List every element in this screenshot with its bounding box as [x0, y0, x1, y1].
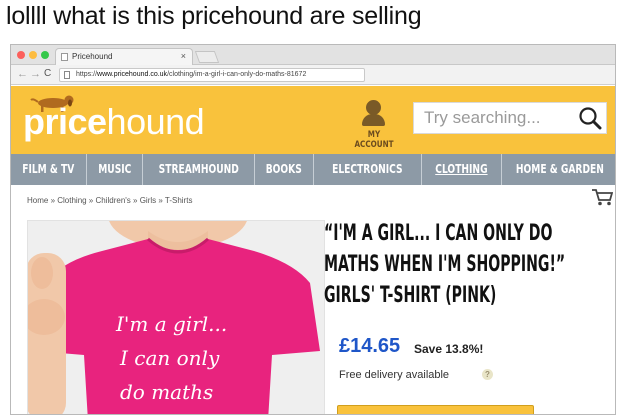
- user-icon-body: [362, 114, 385, 126]
- buy-button[interactable]: [337, 405, 534, 414]
- search-icon[interactable]: [577, 105, 603, 131]
- shirt-text-line-2: I can only: [119, 346, 220, 370]
- tab-close-icon[interactable]: ×: [181, 51, 186, 61]
- tab-bar: Pricehound ×: [11, 45, 615, 65]
- site-header: pricehound MY ACCOUNT: [11, 86, 615, 154]
- browser-window: Pricehound × ← → C https://www.pricehoun…: [10, 44, 616, 415]
- save-percentage: Save 13.8%!: [414, 342, 484, 356]
- url-text: https://www.pricehound.co.uk/clothing/im…: [76, 71, 307, 78]
- pricehound-logo[interactable]: pricehound: [23, 104, 205, 140]
- product-price: £14.65: [339, 335, 401, 357]
- tab-title: Pricehound: [72, 52, 113, 61]
- product-title-line-1: “I'M A GIRL... I CAN ONLY DO: [324, 221, 553, 246]
- category-nav: FILM & TV MUSIC STREAMHOUND BOOKS ELECTR…: [11, 154, 615, 185]
- post-caption: lollll what is this pricehound are selli…: [6, 2, 422, 30]
- close-window-button[interactable]: [17, 51, 25, 59]
- forward-arrow-icon[interactable]: →: [30, 68, 41, 80]
- breadcrumb[interactable]: Home » Clothing » Children's » Girls » T…: [27, 196, 192, 205]
- url-field[interactable]: https://www.pricehound.co.uk/clothing/im…: [59, 68, 365, 82]
- nav-streamhound[interactable]: STREAMHOUND: [143, 154, 255, 185]
- nav-electronics[interactable]: ELECTRONICS: [314, 154, 422, 185]
- search-input[interactable]: [414, 103, 574, 133]
- new-tab-button[interactable]: [194, 51, 220, 63]
- nav-film-tv[interactable]: FILM & TV: [11, 154, 87, 185]
- page-icon: [61, 53, 68, 61]
- product-title-line-2: MATHS WHEN I'M SHOPPING!”: [324, 252, 566, 277]
- minimize-window-button[interactable]: [29, 51, 37, 59]
- product-title-line-3: GIRLS' T-SHIRT (PINK): [324, 283, 497, 308]
- shirt-text-line-3: do maths: [120, 380, 213, 404]
- maximize-window-button[interactable]: [41, 51, 49, 59]
- shirt-text-line-1: I'm a girl...: [115, 312, 227, 336]
- page-icon: [64, 71, 70, 79]
- nav-books[interactable]: BOOKS: [255, 154, 314, 185]
- my-account-label: MY ACCOUNT: [354, 130, 394, 150]
- back-arrow-icon[interactable]: ←: [17, 68, 28, 80]
- product-title: “I'M A GIRL... I CAN ONLY DO MATHS WHEN …: [324, 218, 609, 311]
- my-account-button[interactable]: MY ACCOUNT: [347, 98, 401, 150]
- delivery-info: Free delivery available: [339, 369, 450, 381]
- nav-home-garden[interactable]: HOME & GARDEN: [502, 154, 615, 185]
- product-image[interactable]: I'm a girl... I can only do maths: [27, 220, 325, 414]
- reload-icon[interactable]: C: [44, 68, 51, 79]
- nav-clothing[interactable]: CLOTHING: [422, 154, 502, 185]
- nav-music[interactable]: MUSIC: [87, 154, 143, 185]
- pink-t-shirt-photo: I'm a girl... I can only do maths: [28, 221, 324, 414]
- browser-tab[interactable]: Pricehound ×: [55, 48, 193, 65]
- user-icon: [366, 100, 381, 115]
- shopping-cart-icon[interactable]: [591, 188, 613, 206]
- search-box: [413, 102, 607, 134]
- address-bar: ← → C https://www.pricehound.co.uk/cloth…: [11, 65, 615, 85]
- info-icon[interactable]: ?: [482, 369, 493, 380]
